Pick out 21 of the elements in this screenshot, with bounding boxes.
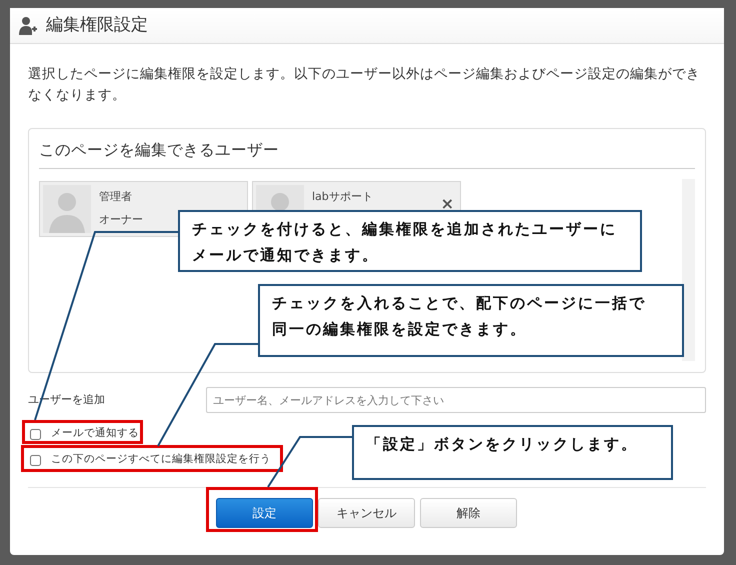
user-role: オーナー (99, 212, 143, 228)
dialog-title: 編集権限設定 (46, 14, 148, 37)
description-text: 選択したページに編集権限を設定します。以下のユーザー以外はページ編集およびページ設定の編集ができなくなります。 (28, 65, 701, 105)
option-label: メールで通知する (51, 426, 139, 442)
user-name: 管理者 (99, 189, 133, 206)
panel-title: このページを編集できるユーザー (39, 135, 695, 170)
checkbox[interactable] (30, 454, 41, 466)
remove-button[interactable]: × (440, 196, 454, 212)
callout-text: 「設定」ボタンをクリックします。 (352, 425, 673, 480)
user-name: labサポート (312, 189, 373, 206)
dialog-button[interactable]: キャンセル (318, 498, 415, 528)
callout-text: チェックを入れることで、配下のページに一括で同一の編集権限を設定できます。 (258, 284, 684, 357)
scrollbar[interactable] (682, 179, 695, 362)
option-label: この下のページすべてに編集権限設定を行う (51, 452, 271, 468)
user-avatar-icon (49, 193, 85, 234)
dialog-button[interactable]: 解除 (420, 498, 517, 528)
callout-text: チェックを付けると、編集権限を追加されたユーザーにメールで通知できます。 (178, 210, 642, 272)
submit-button[interactable]: 設定 (216, 498, 313, 528)
user-search-field[interactable]: ユーザー名、メールアドレスを入力して下さい (206, 387, 706, 413)
checkbox[interactable] (30, 428, 41, 440)
add-user-icon (18, 16, 38, 36)
